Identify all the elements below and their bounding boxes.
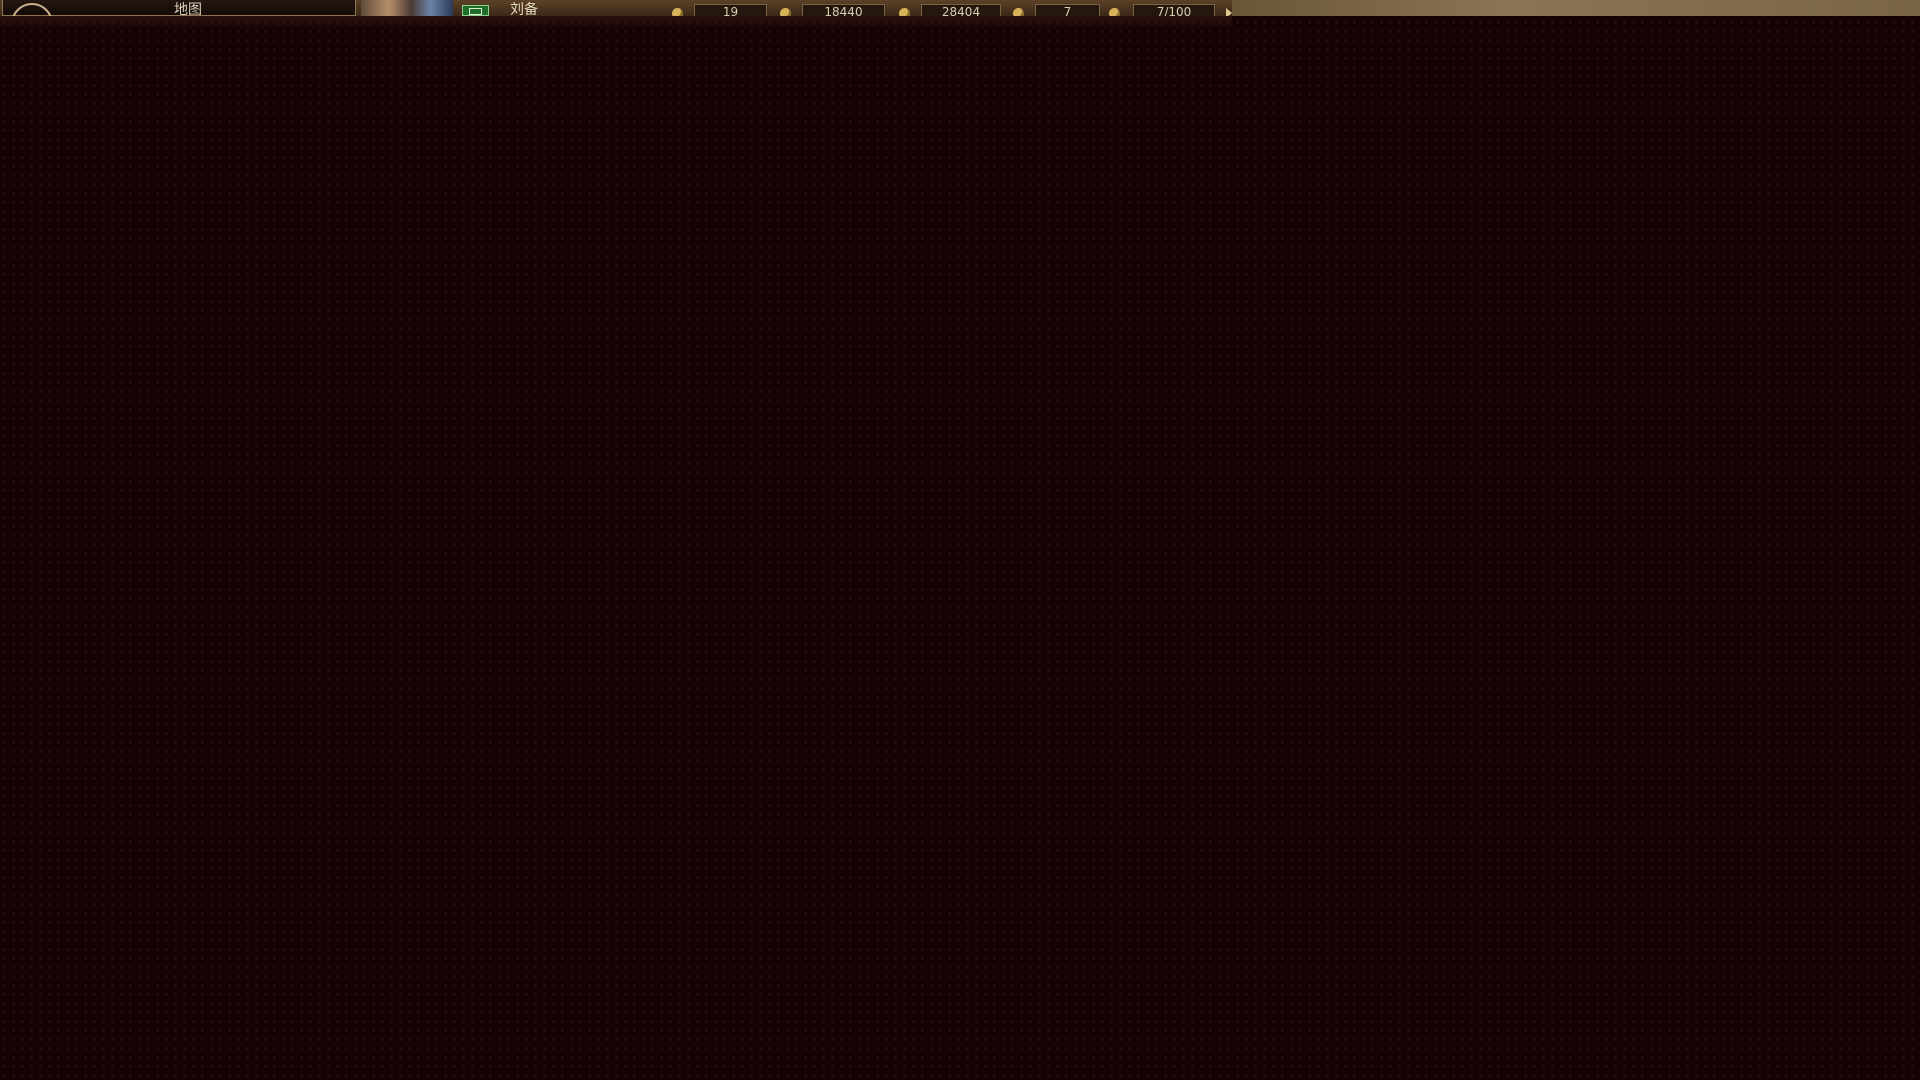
resource-cities: 7/100	[1133, 4, 1215, 16]
expand-arrow-icon[interactable]	[1226, 8, 1232, 16]
resource-food: 28404	[921, 4, 1001, 16]
troops-icon	[672, 8, 683, 16]
food-icon	[899, 8, 910, 16]
faction-seal-icon	[462, 5, 489, 16]
game-screen: 地图 刘备 19 18440 28404 7 7/100	[0, 0, 1920, 1080]
resource-troops: 19	[694, 4, 767, 16]
leader-portrait[interactable]	[361, 0, 453, 16]
top-hud-bar: 地图 刘备 19 18440 28404 7 7/100	[0, 0, 1920, 16]
hud-shadow	[0, 16, 1232, 30]
resource-gold: 18440	[802, 4, 885, 16]
resource-officers: 7	[1035, 4, 1100, 16]
compass-icon[interactable]	[11, 3, 53, 16]
minimap-panel[interactable]: 地图	[2, 0, 356, 16]
gold-icon	[780, 8, 791, 16]
city-icon	[1109, 8, 1120, 16]
hud-background-tail	[1232, 0, 1920, 16]
officer-icon	[1013, 8, 1024, 16]
location-label: 地图	[174, 2, 202, 16]
leader-name: 刘备	[510, 2, 538, 16]
